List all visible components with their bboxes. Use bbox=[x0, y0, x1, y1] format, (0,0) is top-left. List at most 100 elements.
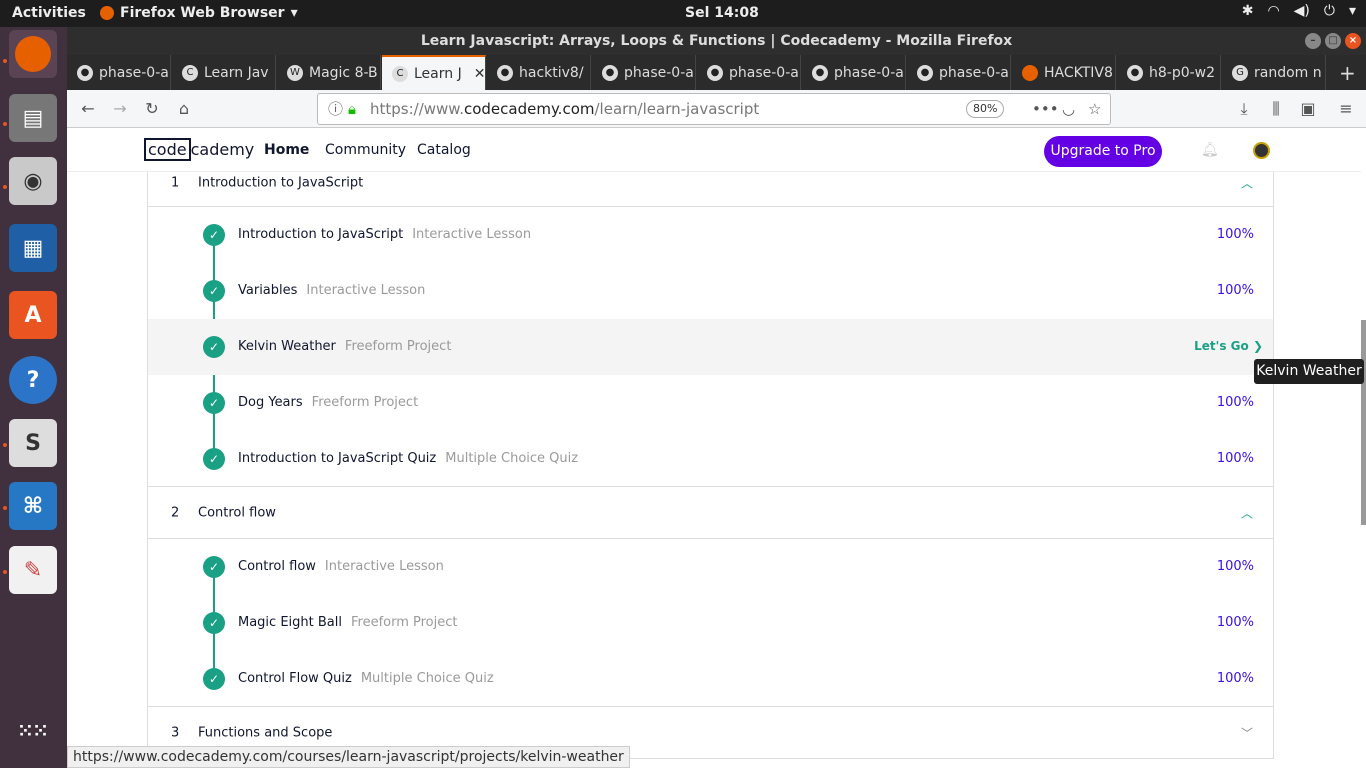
tab[interactable]: ● hacktiv8/ bbox=[487, 55, 591, 90]
check-icon: ✓ bbox=[203, 612, 225, 634]
section-title: Introduction to JavaScript bbox=[198, 175, 364, 190]
page-content: code cademy Home Community Catalog Upgrad… bbox=[67, 128, 1361, 768]
nav-catalog[interactable]: Catalog bbox=[417, 142, 471, 158]
power-icon[interactable]: ⏻ bbox=[1324, 3, 1335, 19]
activities-button[interactable]: Activities bbox=[12, 5, 86, 21]
system-tray[interactable]: ✱ ◠ ◀) ⏻ ▾ bbox=[1242, 3, 1356, 19]
lesson-row[interactable]: ✓ Magic Eight Ball Freeform Project 100% bbox=[148, 595, 1273, 651]
settings-icon[interactable]: ✱ bbox=[1242, 3, 1254, 19]
page-actions-icon[interactable]: ••• bbox=[1032, 94, 1059, 124]
reload-button[interactable]: ↻ bbox=[141, 98, 163, 120]
github-icon: ● bbox=[497, 64, 513, 81]
lesson-row-hovered[interactable]: ✓ Kelvin Weather Freeform Project Let's Go … bbox=[148, 319, 1273, 375]
github-icon: ● bbox=[812, 64, 828, 81]
help-icon[interactable]: ? bbox=[9, 356, 57, 404]
check-icon: ✓ bbox=[203, 668, 225, 690]
close-icon[interactable]: × bbox=[1345, 33, 1361, 49]
scrollbar-thumb[interactable] bbox=[1361, 320, 1366, 525]
lets-go-link[interactable]: Let's Go ❯ bbox=[1194, 339, 1263, 353]
section-title: Control flow bbox=[198, 505, 276, 520]
app-menu[interactable]: Firefox Web Browser ▾ bbox=[100, 5, 298, 21]
sidebar-icon[interactable]: ▣ bbox=[1297, 98, 1319, 120]
tab-bar: ● phase-0-a C Learn Jav W Magic 8-B C Learn … bbox=[67, 55, 1366, 90]
writer-icon[interactable]: ▦ bbox=[9, 224, 57, 272]
github-icon: ● bbox=[1127, 64, 1143, 81]
navigation-toolbar: ← → ↻ ⌂ ⓘ 🔒︎ https://www.codecademy.com/… bbox=[67, 90, 1366, 128]
close-tab-icon[interactable]: ✕ bbox=[474, 66, 485, 82]
url-text[interactable]: https://www.codecademy.com/learn/learn-j… bbox=[370, 94, 759, 124]
volume-icon[interactable]: ◀) bbox=[1294, 3, 1310, 19]
rhythmbox-icon[interactable]: ◉ bbox=[9, 157, 57, 205]
bookmark-star-icon[interactable]: ☆ bbox=[1088, 94, 1101, 124]
chevron-up-icon[interactable]: ︿ bbox=[1241, 174, 1253, 191]
vscode-icon[interactable]: ⌘ bbox=[9, 482, 57, 530]
codecademy-logo[interactable]: code cademy bbox=[144, 138, 254, 161]
nav-community[interactable]: Community bbox=[325, 142, 406, 158]
downloads-icon[interactable]: ⤓ bbox=[1233, 98, 1255, 120]
check-icon: ✓ bbox=[203, 280, 225, 302]
github-icon: ● bbox=[77, 64, 93, 81]
app-grid-icon[interactable]: ⁙⁙ bbox=[9, 707, 57, 755]
lesson-row[interactable]: ✓ Control Flow Quiz Multiple Choice Quiz 10… bbox=[148, 651, 1273, 707]
tab[interactable]: ● phase-0-a bbox=[592, 55, 696, 90]
tab[interactable]: ● phase-0-a bbox=[907, 55, 1011, 90]
upgrade-button[interactable]: Upgrade to Pro bbox=[1044, 136, 1162, 167]
tooltip: Kelvin Weather bbox=[1254, 359, 1364, 384]
check-icon: ✓ bbox=[203, 448, 225, 470]
tab[interactable]: HACKTIV8 bbox=[1012, 55, 1116, 90]
tab[interactable]: ● phase-0-a bbox=[802, 55, 906, 90]
chevron-down-icon[interactable]: ▾ bbox=[1349, 3, 1356, 19]
lesson-row[interactable]: ✓ Introduction to JavaScript Interactive L… bbox=[148, 207, 1273, 263]
tab[interactable]: ● h8-p0-w2 bbox=[1117, 55, 1221, 90]
nav-home[interactable]: Home bbox=[264, 142, 309, 158]
notification-bell-icon[interactable]: 🔔︎ bbox=[1201, 142, 1219, 158]
files-icon[interactable]: ▤ bbox=[9, 94, 57, 142]
clock[interactable]: Sel 14:08 bbox=[685, 5, 759, 21]
github-icon: ● bbox=[707, 64, 723, 81]
forward-button[interactable]: → bbox=[109, 98, 131, 120]
slack-icon[interactable]: S bbox=[9, 419, 57, 467]
lesson-row[interactable]: ✓ Variables Interactive Lesson 100% bbox=[148, 263, 1273, 319]
tab[interactable]: ● phase-0-a bbox=[67, 55, 171, 90]
lesson-list-2: ✓ Control flow Interactive Lesson 100% ✓ Mag… bbox=[147, 539, 1274, 707]
section-header-2[interactable]: 2 Control flow ︿ bbox=[147, 486, 1274, 539]
github-icon: ● bbox=[917, 64, 933, 81]
status-url: https://www.codecademy.com/courses/learn… bbox=[67, 746, 630, 768]
caret-down-icon: ▾ bbox=[290, 5, 298, 21]
codecademy-icon: C bbox=[182, 64, 198, 81]
wifi-icon[interactable]: ◠ bbox=[1267, 3, 1279, 19]
avatar[interactable] bbox=[1253, 142, 1270, 159]
lesson-row[interactable]: ✓ Introduction to JavaScript Quiz Multiple… bbox=[148, 431, 1273, 487]
lesson-row[interactable]: ✓ Control flow Interactive Lesson 100% bbox=[148, 539, 1273, 595]
tab[interactable]: Grandom n bbox=[1222, 55, 1326, 90]
minimize-icon[interactable]: – bbox=[1305, 33, 1321, 49]
lesson-row[interactable]: ✓ Dog Years Freeform Project 100% bbox=[148, 375, 1273, 431]
check-icon: ✓ bbox=[203, 224, 225, 246]
text-editor-icon[interactable]: ✎ bbox=[9, 546, 57, 594]
wikipedia-icon: W bbox=[287, 64, 303, 81]
software-center-icon[interactable]: A bbox=[9, 291, 57, 339]
check-icon: ✓ bbox=[203, 556, 225, 578]
maximize-icon[interactable]: □ bbox=[1325, 33, 1341, 49]
tab[interactable]: W Magic 8-B bbox=[277, 55, 381, 90]
section-title: Functions and Scope bbox=[198, 725, 333, 740]
chevron-up-icon[interactable]: ︿ bbox=[1241, 504, 1253, 521]
url-bar[interactable]: ⓘ 🔒︎ https://www.codecademy.com/learn/le… bbox=[317, 93, 1111, 125]
library-icon[interactable]: ⫼ bbox=[1265, 98, 1287, 120]
firefox-icon[interactable] bbox=[9, 30, 57, 78]
info-icon[interactable]: ⓘ bbox=[328, 94, 343, 124]
new-tab-button[interactable]: + bbox=[1339, 61, 1356, 85]
tab[interactable]: C Learn Jav bbox=[172, 55, 276, 90]
lock-icon: 🔒︎ bbox=[348, 100, 356, 118]
pocket-icon[interactable]: ◡ bbox=[1062, 94, 1075, 124]
chevron-down-icon[interactable]: ﹀ bbox=[1241, 724, 1253, 741]
menu-icon[interactable]: ≡ bbox=[1335, 98, 1357, 120]
codecademy-icon: C bbox=[392, 65, 408, 82]
zoom-indicator[interactable]: 80% bbox=[966, 100, 1005, 118]
home-button[interactable]: ⌂ bbox=[173, 98, 195, 120]
tab[interactable]: ● phase-0-a bbox=[697, 55, 801, 90]
window-title-bar: Learn Javascript: Arrays, Loops & Functi… bbox=[67, 27, 1366, 55]
check-icon: ✓ bbox=[203, 336, 225, 358]
back-button[interactable]: ← bbox=[77, 98, 99, 120]
tab-active[interactable]: C Learn J ✕ bbox=[382, 55, 486, 90]
